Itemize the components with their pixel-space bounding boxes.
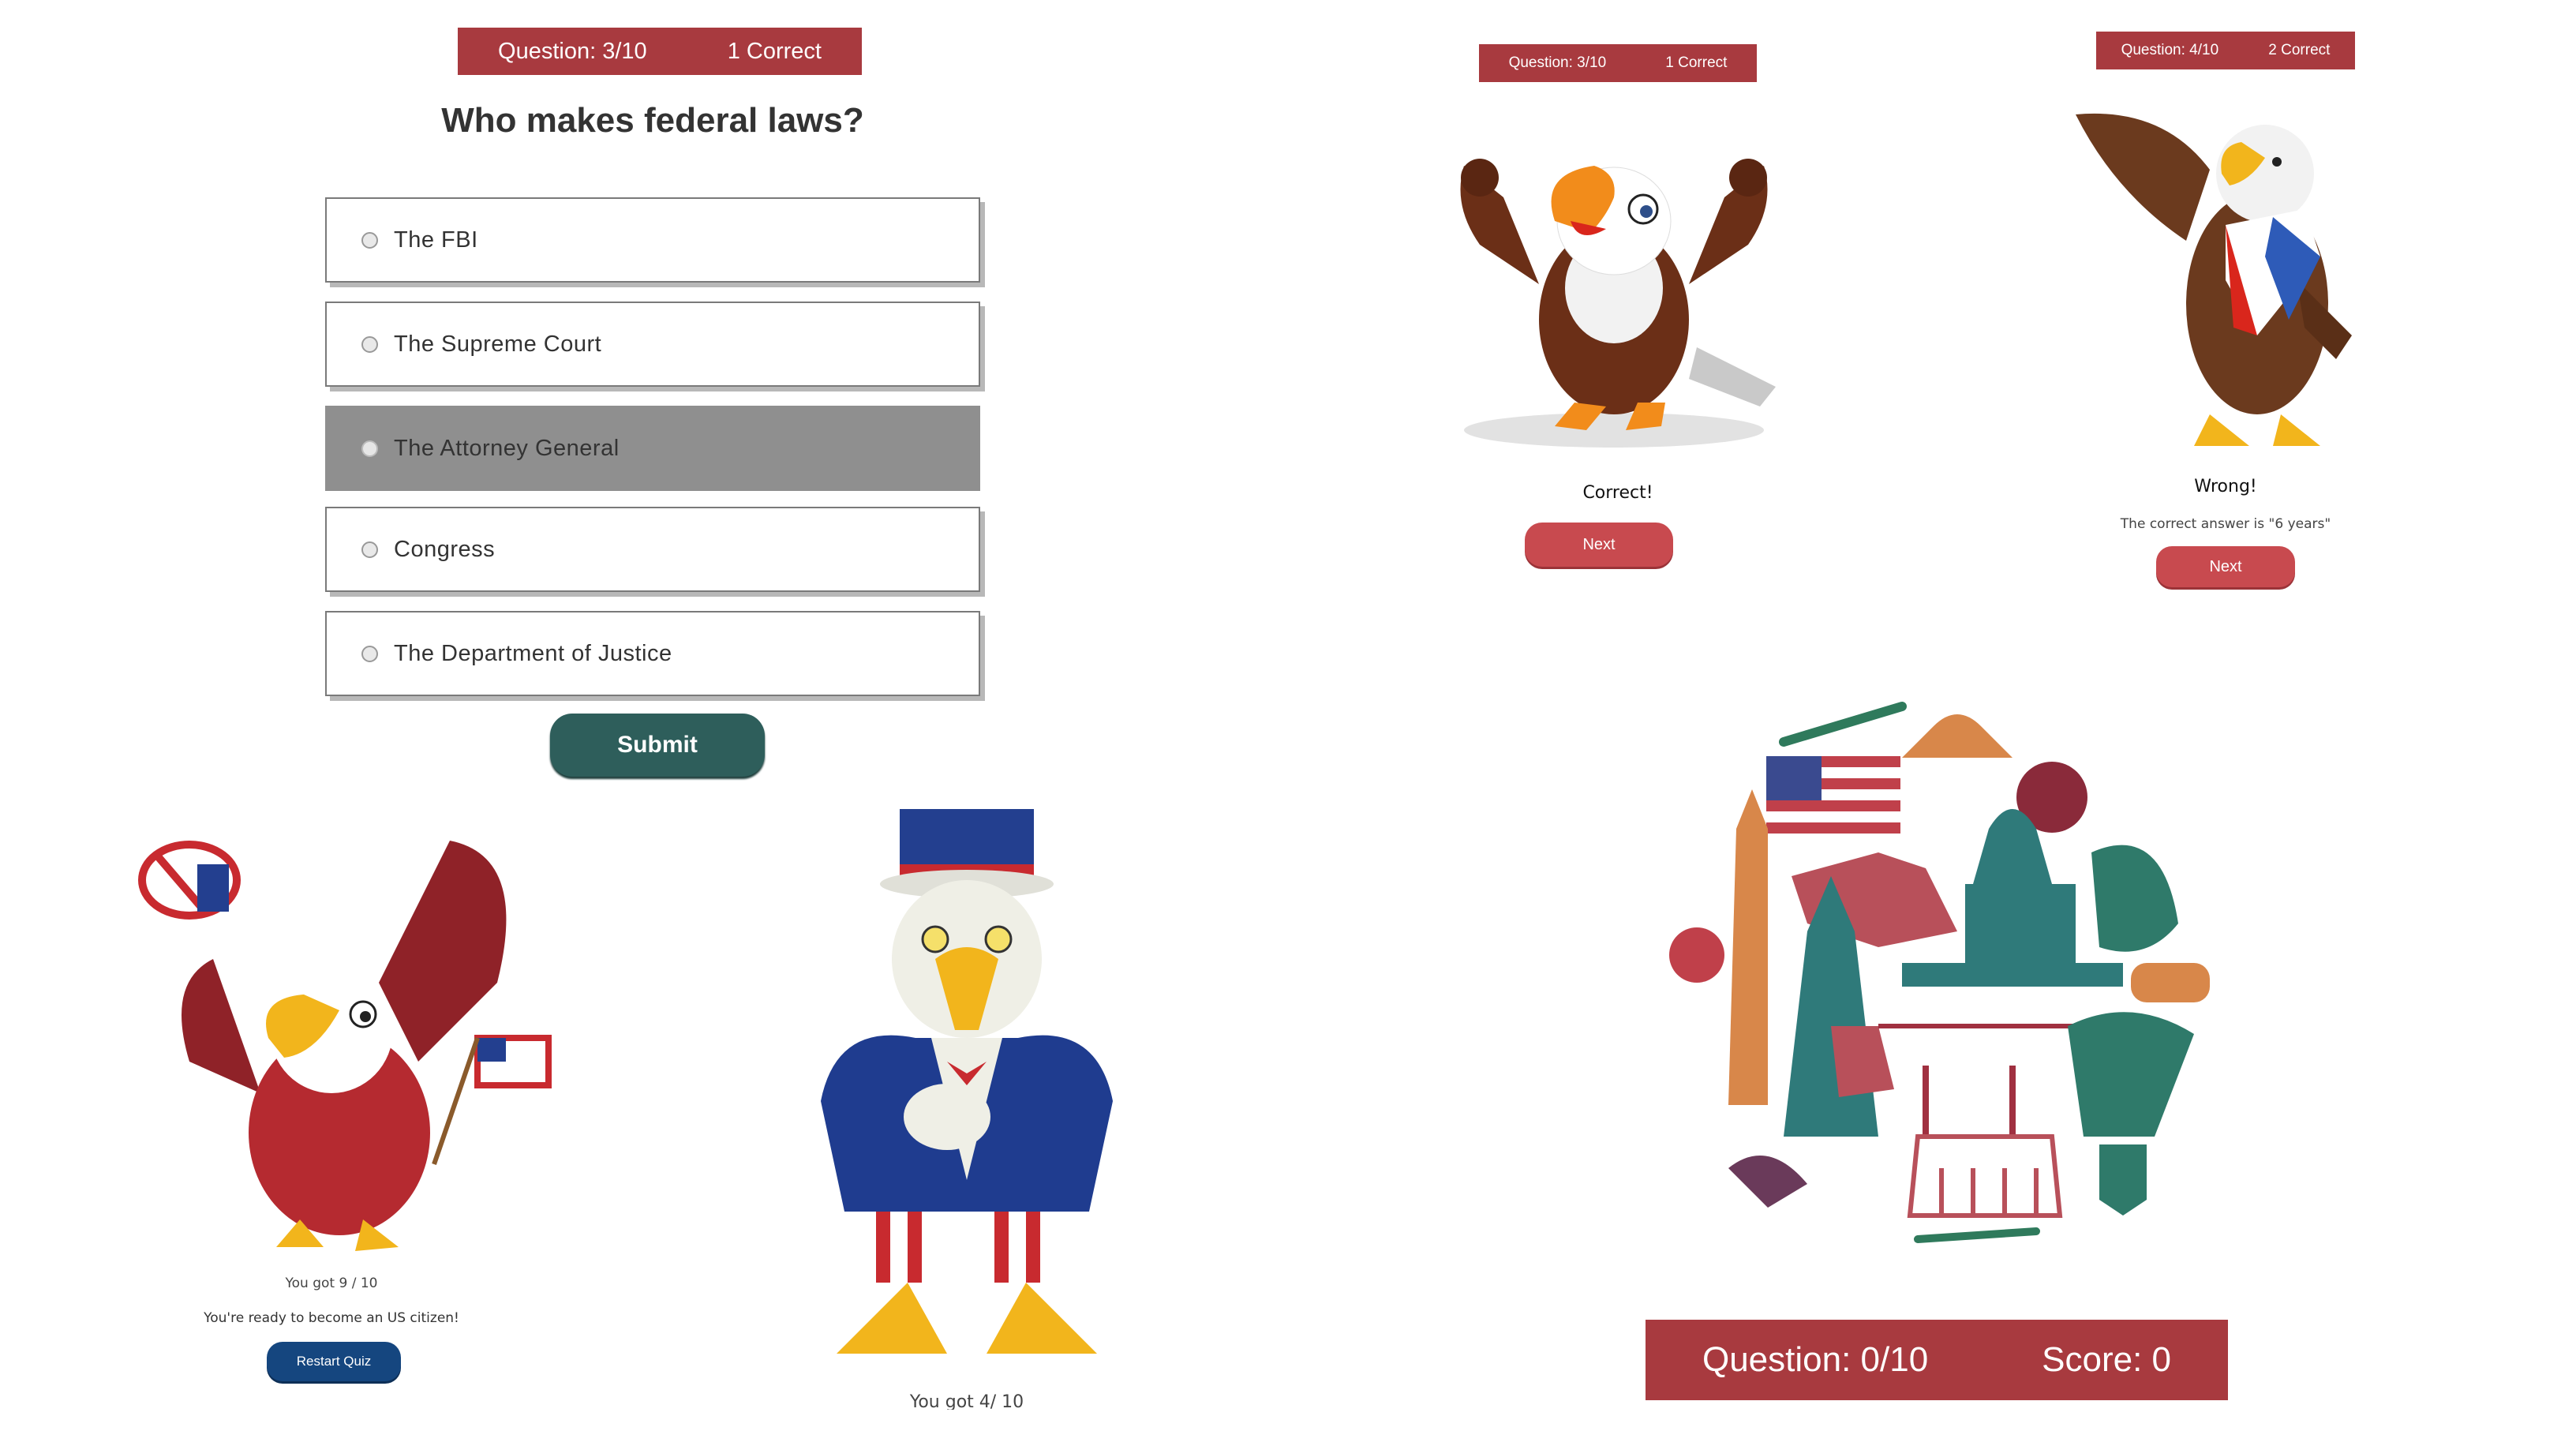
answer-option-congress[interactable]: Congress (325, 507, 980, 592)
correct-counter: 2 Correct (2268, 42, 2331, 58)
answer-label: The FBI (394, 227, 478, 253)
submit-button[interactable]: Submit (550, 714, 765, 777)
wrong-message: Wrong! (2194, 477, 2257, 496)
result-score: You got 9 / 10 (285, 1276, 378, 1291)
answer-option-attorney-general[interactable]: The Attorney General (325, 406, 980, 491)
correct-counter: 1 Correct (1665, 54, 1728, 71)
correct-counter: 1 Correct (727, 38, 822, 64)
answer-option-fbi[interactable]: The FBI (325, 197, 980, 283)
correct-answer-detail: The correct answer is "6 years" (2120, 516, 2331, 532)
answer-label: Congress (394, 536, 496, 562)
eagle-flag-tie-illustration (2076, 113, 2352, 446)
correct-message: Correct! (1582, 483, 1653, 503)
eagle-uncle-sam-pointing-illustration (821, 809, 1113, 1354)
next-button[interactable]: Next (2156, 546, 2295, 587)
radio-button[interactable] (361, 231, 378, 249)
score-counter: Score: 0 (2042, 1340, 2171, 1379)
question-counter: Question: 4/10 (2121, 42, 2219, 58)
next-button[interactable]: Next (1525, 523, 1673, 567)
radio-button[interactable] (361, 335, 378, 353)
answer-label: The Department of Justice (394, 640, 672, 666)
correct-status-bar: Question: 3/10 1 Correct (1479, 44, 1757, 82)
radio-button[interactable] (361, 645, 378, 662)
restart-quiz-button[interactable]: Restart Quiz (267, 1342, 401, 1381)
question-counter: Question: 3/10 (498, 38, 647, 64)
radio-button[interactable] (361, 541, 378, 558)
result-score: You got 4/ 10 (909, 1392, 1024, 1410)
result-message: You're ready to become an US citizen! (204, 1310, 459, 1326)
eagle-thumbs-up-illustration (1460, 159, 1776, 448)
answer-option-department-of-justice[interactable]: The Department of Justice (325, 611, 980, 696)
answer-label: The Supreme Court (394, 331, 602, 357)
question-counter: Question: 3/10 (1508, 54, 1607, 71)
radio-button[interactable] (361, 440, 378, 457)
usa-icons-collage (1669, 702, 2210, 1243)
start-status-bar: Question: 0/10 Score: 0 (1646, 1320, 2228, 1400)
quiz-status-bar: Question: 3/10 1 Correct (458, 28, 862, 75)
question-title: Who makes federal laws? (441, 101, 864, 140)
answer-option-supreme-court[interactable]: The Supreme Court (325, 302, 980, 387)
wrong-status-bar: Question: 4/10 2 Correct (2096, 32, 2355, 69)
answer-label: The Attorney General (394, 435, 620, 461)
eagle-uncle-sam-hat-flag-illustration (138, 841, 552, 1251)
question-counter: Question: 0/10 (1702, 1340, 1929, 1379)
